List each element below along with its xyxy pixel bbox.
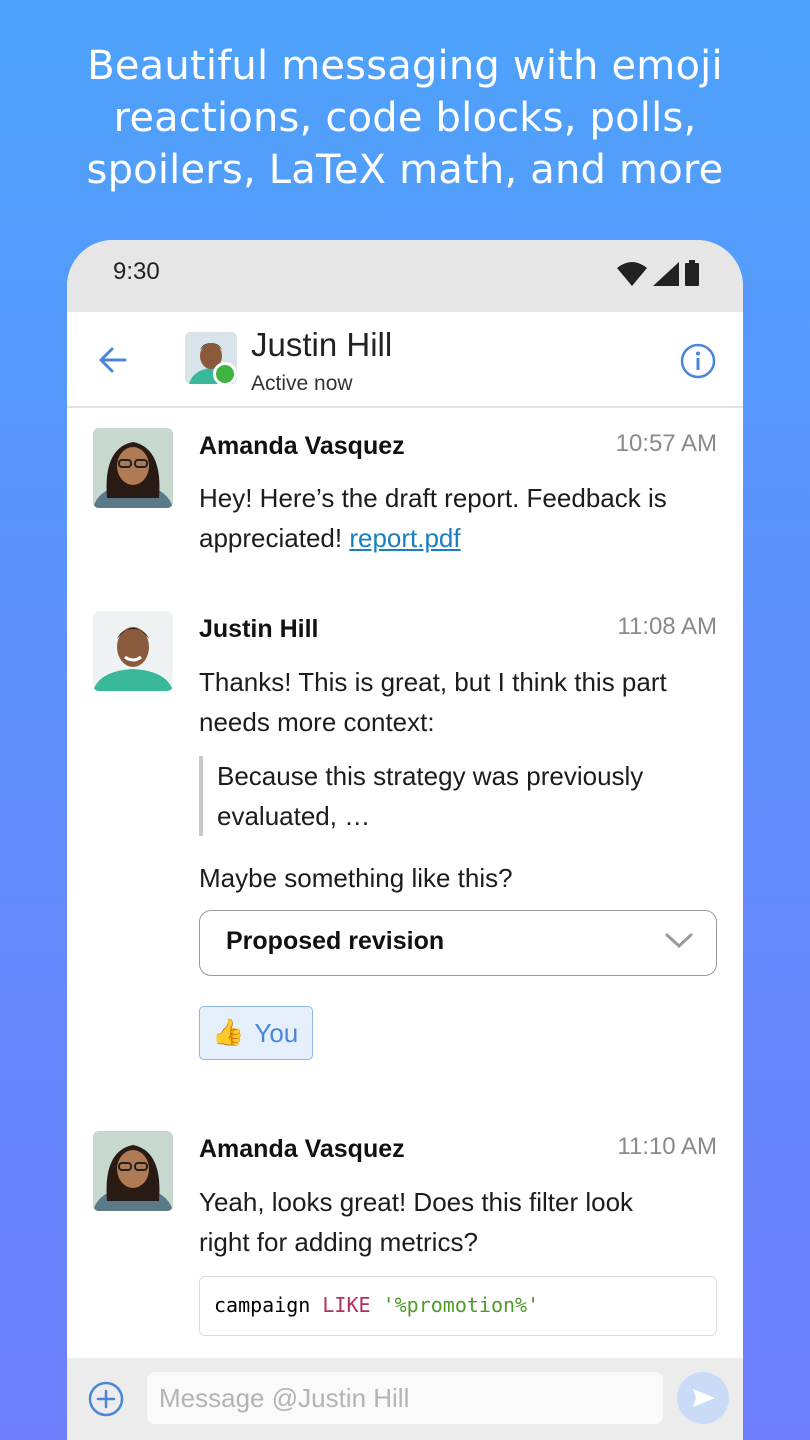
back-arrow-icon[interactable] <box>95 342 131 378</box>
headline-line-3: spoilers, LaTeX math, and more <box>86 147 724 193</box>
message-text: Yeah, looks great! Does this filter look… <box>199 1182 719 1262</box>
message-text-line: Thanks! This is great, but I think this … <box>199 667 667 697</box>
chevron-down-icon[interactable] <box>664 931 694 951</box>
code-identifier: campaign <box>214 1293 311 1317</box>
headline-line-1: Beautiful messaging with emoji <box>87 43 723 89</box>
reaction-label: You <box>254 1017 299 1048</box>
quote-line: evaluated, … <box>217 801 371 831</box>
online-status-dot <box>213 362 237 386</box>
message-time: 11:10 AM <box>617 1133 717 1160</box>
headline-line-2: reactions, code blocks, polls, <box>113 95 697 141</box>
spoiler-block[interactable]: Proposed revision <box>199 910 717 976</box>
message-text: Thanks! This is great, but I think this … <box>199 662 719 742</box>
signal-icon <box>653 262 679 286</box>
quote-line: Because this strategy was previously <box>217 761 644 791</box>
spoiler-label: Proposed revision <box>226 927 445 955</box>
code-string: '%promotion%' <box>382 1293 540 1317</box>
promo-headline: Beautiful messaging with emoji reactions… <box>0 40 810 196</box>
avatar[interactable] <box>93 1131 173 1211</box>
plus-circle-icon[interactable] <box>87 1380 125 1418</box>
message-text-line: Hey! Here’s the draft report. Feedback i… <box>199 483 667 513</box>
phone-frame: 9:30 Justin Hill Active now Amanda Vasqu… <box>67 240 743 1440</box>
status-time: 9:30 <box>113 258 160 285</box>
message-input[interactable] <box>147 1372 663 1424</box>
message-text-line: appreciated! report.pdf <box>199 518 719 558</box>
wifi-icon <box>617 262 647 286</box>
message-list[interactable]: Amanda Vasquez 10:57 AM Hey! Here’s the … <box>67 408 743 1358</box>
message-text-line: right for adding metrics? <box>199 1227 478 1257</box>
emoji-reaction[interactable]: 👍 You <box>199 1006 313 1060</box>
sender-name[interactable]: Justin Hill <box>199 615 318 644</box>
message-text-line: needs more context: <box>199 707 435 737</box>
message-text: Hey! Here’s the draft report. Feedback i… <box>199 478 719 558</box>
status-icons <box>617 260 699 286</box>
info-icon[interactable] <box>679 342 717 380</box>
attachment-link[interactable]: report.pdf <box>349 523 460 553</box>
message-composer <box>67 1358 743 1440</box>
avatar[interactable] <box>93 428 173 508</box>
send-button[interactable] <box>677 1372 729 1424</box>
send-icon <box>693 1389 715 1407</box>
blockquote: Because this strategy was previously eva… <box>199 756 719 836</box>
message-text-line: Yeah, looks great! Does this filter look <box>199 1187 634 1217</box>
message-text-part: appreciated! <box>199 523 350 553</box>
message-time: 10:57 AM <box>615 430 717 457</box>
sender-name[interactable]: Amanda Vasquez <box>199 432 405 461</box>
sender-name[interactable]: Amanda Vasquez <box>199 1135 405 1164</box>
code-block: campaign LIKE '%promotion%' <box>199 1276 717 1336</box>
battery-icon <box>685 260 699 286</box>
code-keyword: LIKE <box>322 1293 371 1317</box>
contact-status: Active now <box>251 372 353 395</box>
chat-header: Justin Hill Active now <box>67 312 743 408</box>
message-time: 11:08 AM <box>617 613 717 640</box>
thumbs-up-icon: 👍 <box>212 1018 245 1048</box>
contact-name[interactable]: Justin Hill <box>251 326 392 364</box>
message-followup: Maybe something like this? <box>199 863 513 893</box>
status-bar: 9:30 <box>67 240 743 312</box>
avatar[interactable] <box>93 611 173 691</box>
